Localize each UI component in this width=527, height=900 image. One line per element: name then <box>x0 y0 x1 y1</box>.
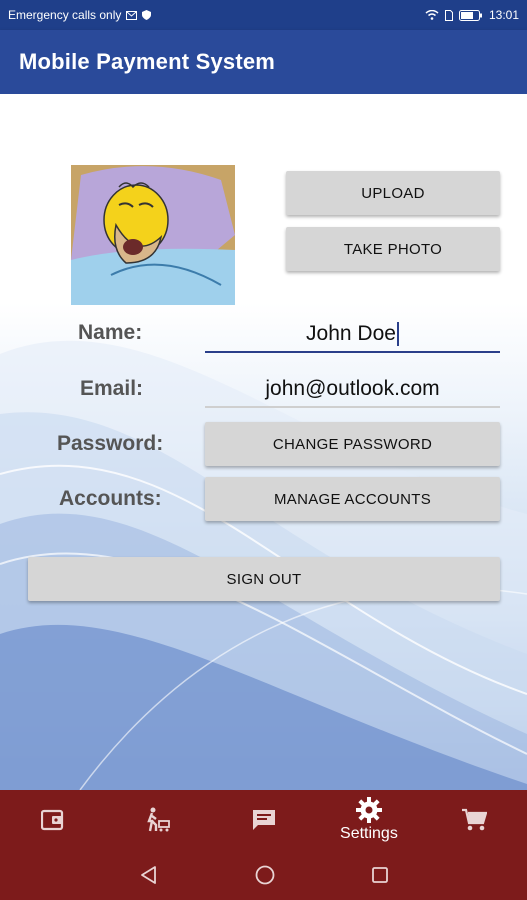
sign-out-button[interactable]: SIGN OUT <box>28 557 500 601</box>
app-title: Mobile Payment System <box>19 49 276 74</box>
nav-item-cart[interactable] <box>422 790 527 850</box>
name-value: John Doe <box>306 322 396 345</box>
battery-icon <box>458 9 482 21</box>
status-bar: Emergency calls only 13:01 <box>0 0 527 30</box>
accounts-label: Accounts: <box>59 487 162 510</box>
name-underline <box>205 351 500 353</box>
name-field[interactable]: John Doe <box>205 315 500 353</box>
home-icon[interactable] <box>254 864 276 886</box>
status-time: 13:01 <box>488 8 519 22</box>
change-password-button[interactable]: CHANGE PASSWORD <box>205 422 500 466</box>
email-value: john@outlook.com <box>265 377 440 400</box>
email-field[interactable]: john@outlook.com <box>205 370 500 408</box>
app-bar: Mobile Payment System <box>0 30 527 94</box>
manage-accounts-button[interactable]: MANAGE ACCOUNTS <box>205 477 500 521</box>
message-icon <box>126 10 138 20</box>
bottom-nav: Settings <box>0 790 527 850</box>
nav-item-wallet[interactable] <box>0 790 105 850</box>
nav-item-messages[interactable] <box>211 790 316 850</box>
nav-item-walk-shop[interactable] <box>105 790 210 850</box>
recents-icon[interactable] <box>371 866 389 884</box>
password-label: Password: <box>57 432 164 455</box>
name-label: Name: <box>78 321 143 344</box>
wifi-icon <box>425 10 439 20</box>
status-right: 13:01 <box>425 8 519 22</box>
text-cursor <box>396 322 399 346</box>
chat-icon <box>252 810 275 830</box>
system-nav-bar <box>0 850 527 900</box>
cart-icon <box>462 808 488 831</box>
content-area: UPLOAD TAKE PHOTO Name: John Doe Email: … <box>0 94 527 790</box>
nav-item-settings[interactable]: Settings <box>316 790 421 850</box>
upload-button[interactable]: UPLOAD <box>286 171 500 215</box>
nav-label-settings: Settings <box>340 825 398 842</box>
gear-icon <box>355 797 382 823</box>
profile-avatar <box>71 165 235 305</box>
shield-icon <box>142 10 152 20</box>
status-text: Emergency calls only <box>8 8 122 22</box>
take-photo-button[interactable]: TAKE PHOTO <box>286 227 500 271</box>
back-icon[interactable] <box>139 865 159 885</box>
sim-icon <box>444 9 453 21</box>
email-underline <box>205 406 500 408</box>
walking-cart-icon <box>147 807 171 832</box>
email-label: Email: <box>80 377 144 400</box>
wallet-icon <box>40 809 63 831</box>
status-left: Emergency calls only <box>8 8 152 22</box>
